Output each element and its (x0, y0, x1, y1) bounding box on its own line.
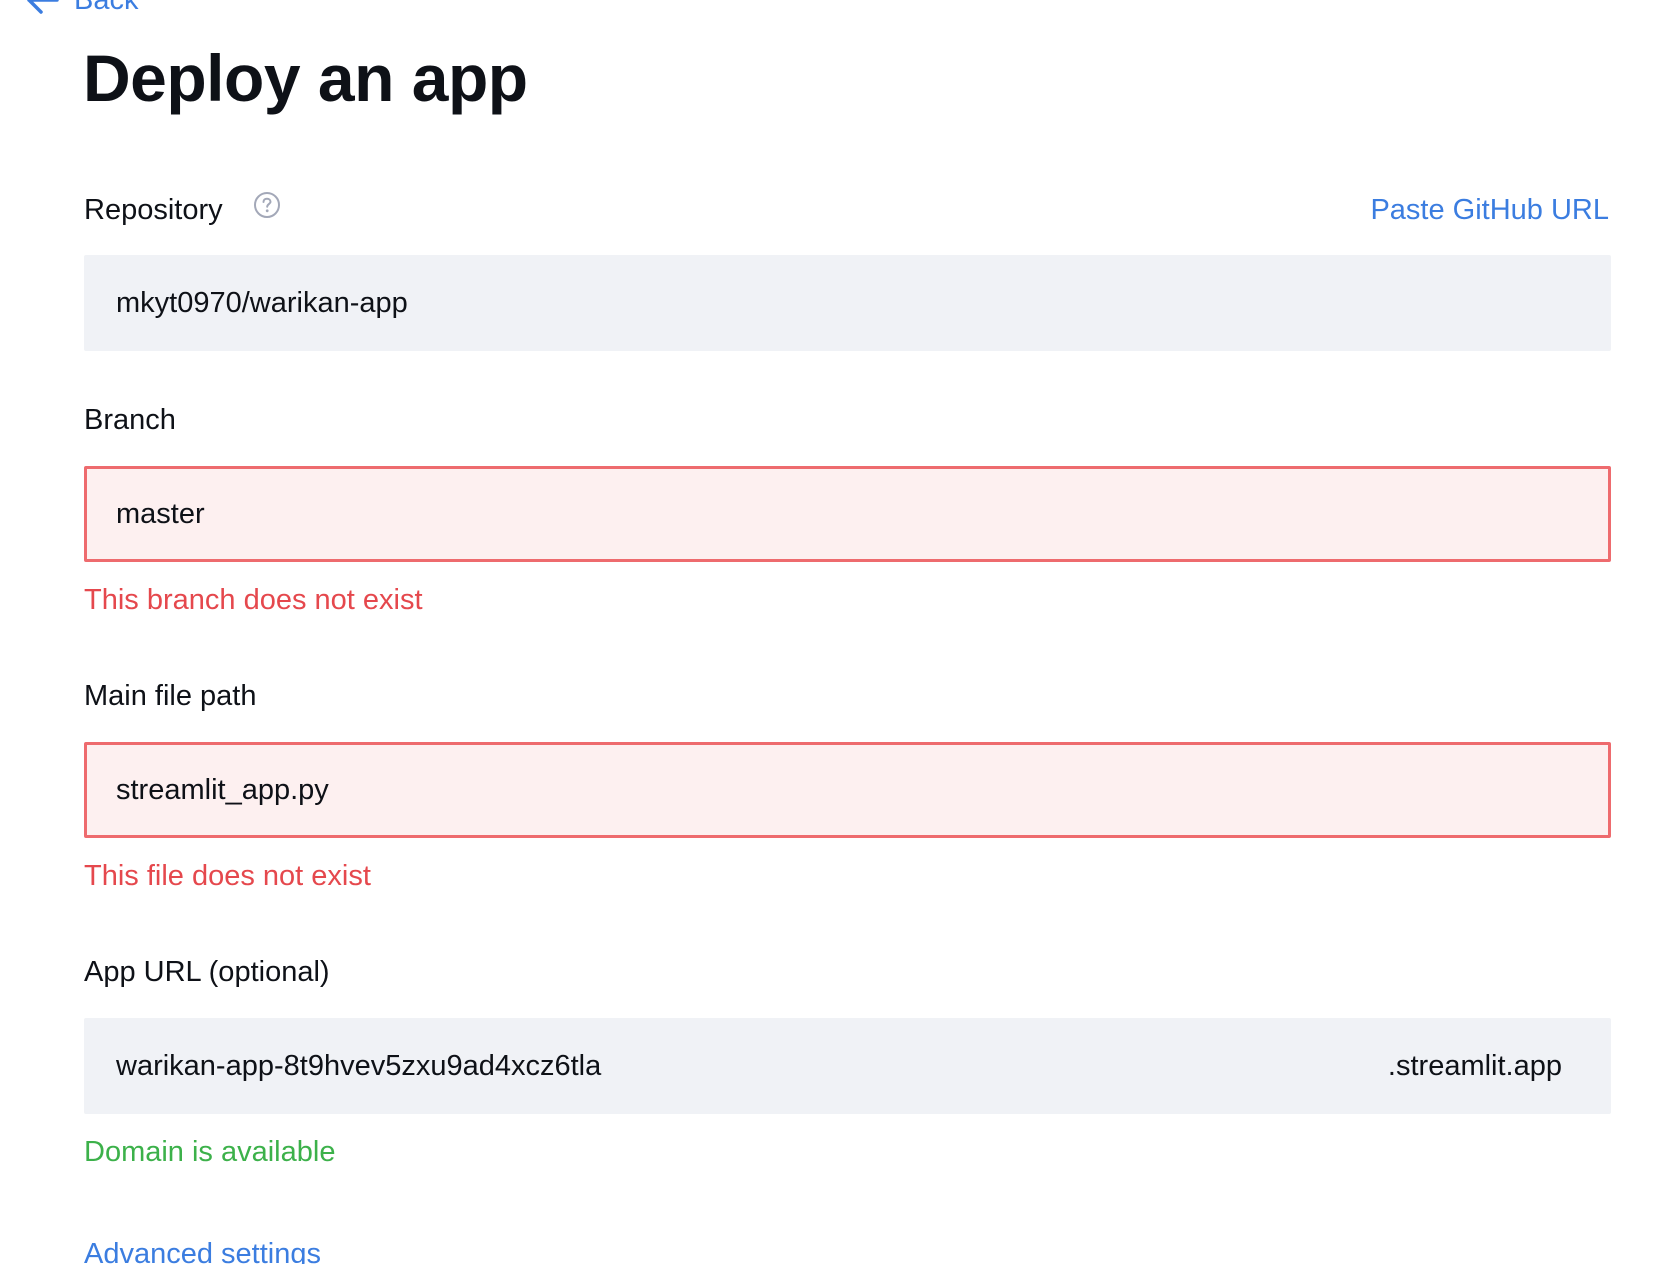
question-circle-icon[interactable] (253, 191, 281, 227)
branch-error-message: This branch does not exist (84, 584, 423, 616)
branch-input[interactable]: master (84, 466, 1611, 562)
main-file-input[interactable]: streamlit_app.py (84, 742, 1611, 838)
back-link[interactable]: Back (24, 0, 138, 18)
repository-label: Repository (84, 194, 223, 226)
paste-github-url-link[interactable]: Paste GitHub URL (1370, 194, 1609, 227)
repository-input[interactable]: mkyt0970/warikan-app (84, 255, 1611, 351)
deploy-app-page: Back Deploy an app Repository Paste GitH… (0, 0, 1673, 1264)
app-url-suffix: .streamlit.app (1387, 1049, 1562, 1082)
branch-label: Branch (84, 404, 176, 436)
main-file-error-message: This file does not exist (84, 860, 371, 892)
branch-input-value: master (116, 497, 205, 530)
repository-label-row: Repository (84, 191, 281, 227)
main-file-input-value: streamlit_app.py (116, 773, 329, 806)
back-link-label: Back (74, 0, 138, 17)
advanced-settings-link[interactable]: Advanced settings (84, 1238, 321, 1264)
repository-input-value: mkyt0970/warikan-app (116, 286, 408, 319)
main-file-label: Main file path (84, 680, 257, 712)
app-url-input-value: warikan-app-8t9hvev5zxu9ad4xcz6tla (116, 1049, 602, 1082)
page-title: Deploy an app (83, 41, 528, 115)
app-url-input[interactable]: warikan-app-8t9hvev5zxu9ad4xcz6tla .stre… (84, 1018, 1611, 1114)
arrow-left-icon (24, 0, 60, 18)
app-url-label: App URL (optional) (84, 956, 330, 988)
domain-status-message: Domain is available (84, 1136, 336, 1168)
